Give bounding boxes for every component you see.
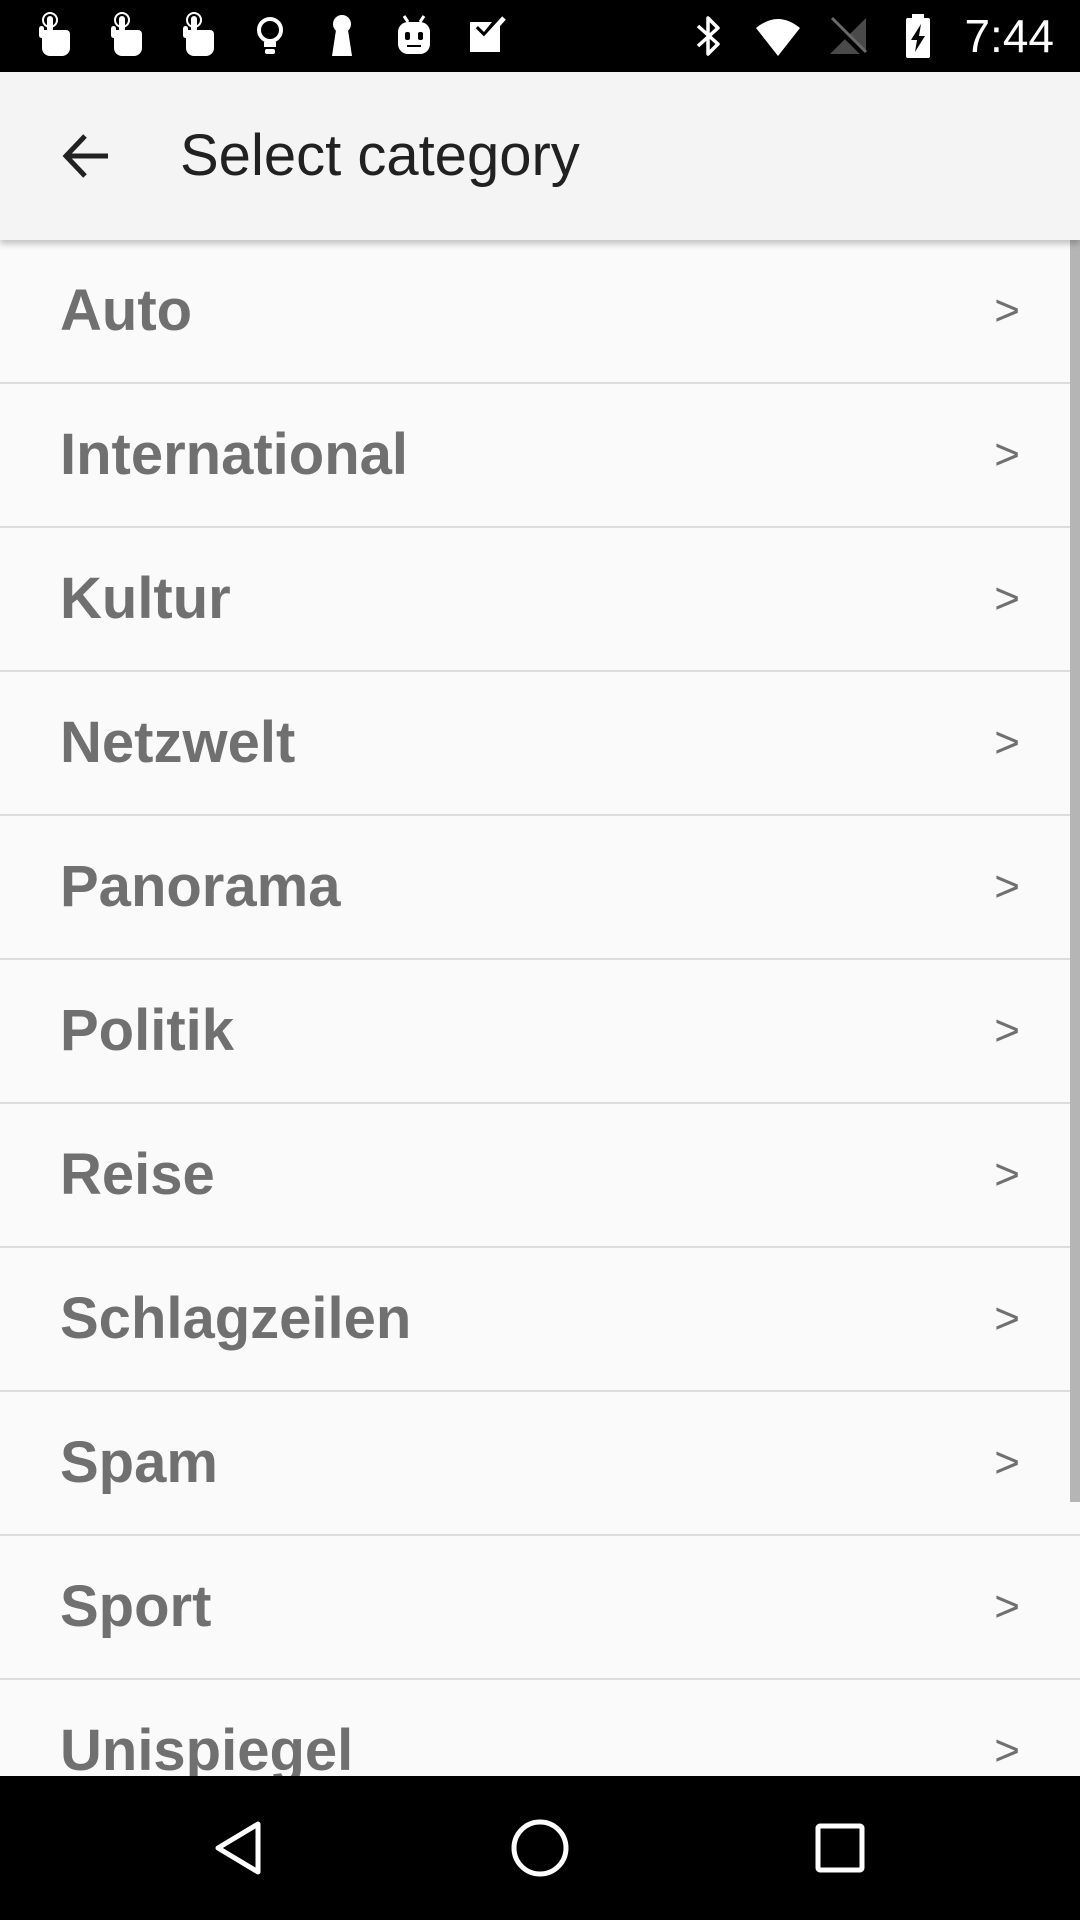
lightbulb-icon	[257, 17, 283, 54]
chevron-right-icon: >	[994, 718, 1020, 767]
category-label: International	[60, 422, 409, 487]
recents-square-icon	[815, 1823, 865, 1873]
chevron-right-icon: >	[994, 1294, 1020, 1343]
category-label: Sport	[60, 1574, 212, 1639]
chevron-right-icon: >	[994, 1726, 1020, 1775]
no-signal-icon	[828, 16, 869, 59]
category-label: Schlagzeilen	[60, 1286, 412, 1351]
chevron-right-icon: >	[994, 430, 1020, 479]
list-item[interactable]: Schlagzeilen >	[0, 1248, 1080, 1392]
touch-icon	[183, 12, 214, 56]
system-icons: 7:44	[684, 0, 1054, 72]
category-label: Netzwelt	[60, 710, 296, 775]
home-circle-icon	[511, 1819, 569, 1877]
chevron-right-icon: >	[994, 574, 1020, 623]
touch-icon	[111, 12, 142, 56]
app-bar: Select category	[0, 72, 1080, 240]
back-triangle-icon	[215, 1821, 261, 1875]
category-label: Kultur	[60, 566, 231, 631]
wifi-icon	[756, 19, 801, 56]
chevron-right-icon: >	[994, 1150, 1020, 1199]
list-item[interactable]: Unispiegel >	[0, 1680, 1080, 1776]
category-label: Auto	[60, 278, 193, 343]
keyhole-icon	[332, 15, 352, 56]
list-item[interactable]: Reise >	[0, 1104, 1080, 1248]
list-item[interactable]: Politik >	[0, 960, 1080, 1104]
bluetooth-icon	[697, 16, 721, 56]
chevron-right-icon: >	[994, 286, 1020, 335]
nav-recents-button[interactable]	[790, 1798, 890, 1898]
list-item[interactable]: Kultur >	[0, 528, 1080, 672]
chevron-right-icon: >	[994, 862, 1020, 911]
category-list[interactable]: Auto > International > Kultur > Netzwelt…	[0, 240, 1080, 1776]
list-item[interactable]: Netzwelt >	[0, 672, 1080, 816]
category-label: Unispiegel	[60, 1718, 354, 1776]
touch-icon	[39, 12, 70, 56]
chevron-right-icon: >	[994, 1006, 1020, 1055]
chevron-right-icon: >	[994, 1582, 1020, 1631]
list-item[interactable]: Sport >	[0, 1536, 1080, 1680]
battery-charging-icon	[906, 14, 931, 58]
list-item[interactable]: Panorama >	[0, 816, 1080, 960]
scrollbar[interactable]	[1070, 240, 1080, 1502]
category-label: Politik	[60, 998, 235, 1063]
navigation-bar	[0, 1776, 1080, 1920]
nav-home-button[interactable]	[490, 1798, 590, 1898]
list-item[interactable]: Auto >	[0, 240, 1080, 384]
status-bar: 7:44	[0, 0, 1080, 72]
task-check-icon	[470, 16, 506, 52]
back-button[interactable]	[46, 116, 126, 196]
list-item[interactable]: Spam >	[0, 1392, 1080, 1536]
notification-icons	[30, 0, 510, 72]
arrow-back-icon	[62, 134, 108, 178]
nav-back-button[interactable]	[190, 1798, 290, 1898]
category-label: Panorama	[60, 854, 341, 919]
page-title: Select category	[180, 123, 580, 188]
chevron-right-icon: >	[994, 1438, 1020, 1487]
list-item[interactable]: International >	[0, 384, 1080, 528]
category-label: Spam	[60, 1430, 218, 1495]
android-icon	[398, 15, 430, 54]
category-label: Reise	[60, 1142, 215, 1207]
clock: 7:44	[964, 10, 1054, 62]
